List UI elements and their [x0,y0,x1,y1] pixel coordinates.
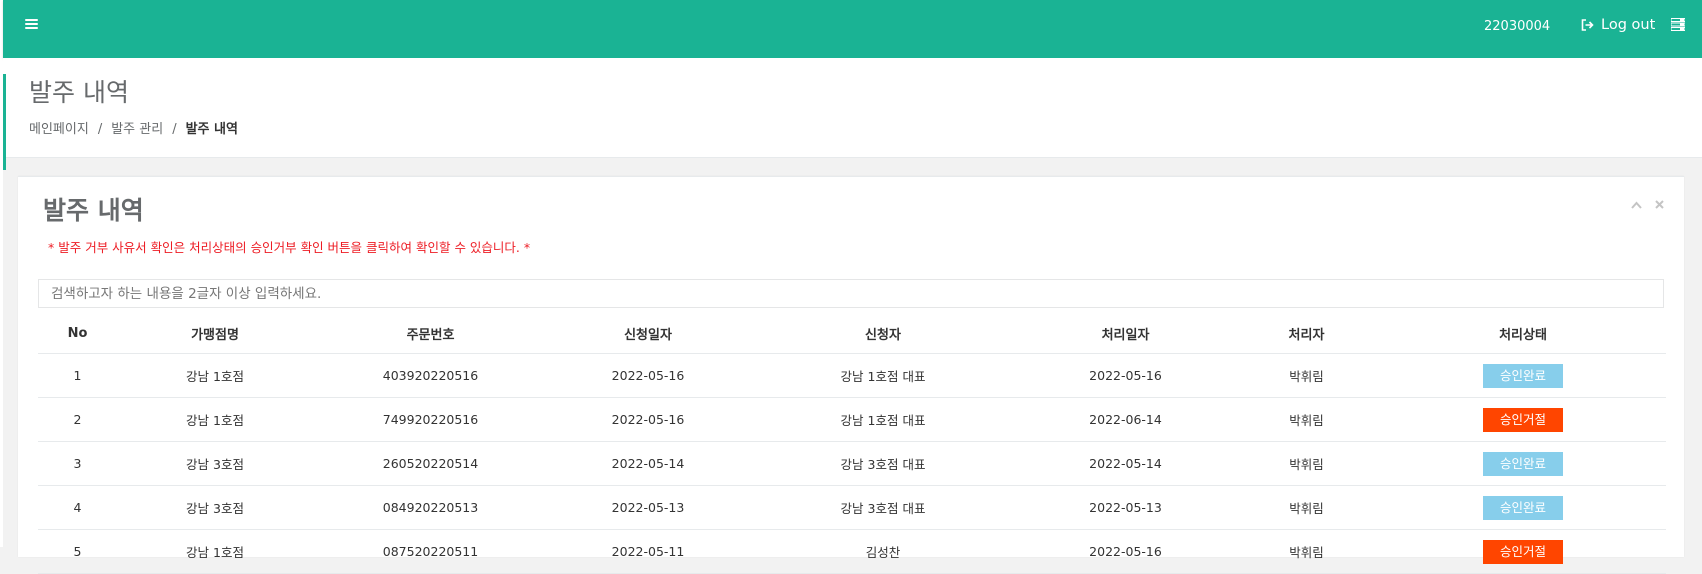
status-badge-rejected[interactable]: 승인거절 [1483,407,1563,432]
cell-requester: 강남 1호점 대표 [748,353,1018,398]
logout-link[interactable]: Log out [1581,17,1655,33]
status-badge-approved[interactable]: 승인완료 [1483,451,1563,476]
rejection-notice: * 발주 거부 사유서 확인은 처리상태의 승인거부 확인 버튼을 클릭하여 확… [48,240,531,255]
cell-store: 강남 1호점 [117,353,313,398]
cell-order-number: 403920220516 [313,353,548,398]
status-badge-approved[interactable]: 승인완료 [1483,363,1563,388]
user-id: 22030004 [1484,19,1551,34]
cell-status: 승인거절 [1380,397,1666,442]
cell-requester: 강남 3호점 대표 [748,441,1018,486]
cell-request-date: 2022-05-11 [548,529,748,574]
chevron-up-icon[interactable] [1631,195,1647,213]
cell-store: 강남 1호점 [117,397,313,442]
heading-accent-bar [3,74,6,170]
column-header-handler[interactable]: 처리자 [1233,314,1380,354]
column-header-status[interactable]: 처리상태 [1380,314,1666,354]
cell-no: 2 [38,397,117,442]
sign-out-icon [1581,19,1594,31]
cell-processed-date: 2022-05-16 [1018,529,1233,574]
cell-status: 승인완료 [1380,353,1666,398]
order-history-panel: 발주 내역 * 발주 거부 사유서 확인은 처리상태의 승인거부 확인 버튼을 … [18,176,1684,574]
cell-store: 강남 1호점 [117,529,313,574]
cell-request-date: 2022-05-13 [548,485,748,530]
cell-handler: 박휘림 [1233,485,1380,530]
cell-handler: 박휘림 [1233,529,1380,574]
panel-tools [1623,195,1664,213]
table-row[interactable]: 3 강남 3호점 260520220514 2022-05-14 강남 3호점 … [38,441,1666,486]
column-header-order-number[interactable]: 주문번호 [313,314,548,354]
cell-processed-date: 2022-06-14 [1018,397,1233,442]
close-icon[interactable] [1655,195,1664,213]
cell-status: 승인거절 [1380,529,1666,574]
cell-order-number: 084920220513 [313,485,548,530]
status-badge-rejected[interactable]: 승인거절 [1483,539,1563,564]
cell-request-date: 2022-05-14 [548,441,748,486]
cell-no: 1 [38,353,117,398]
table-row[interactable]: 4 강남 3호점 084920220513 2022-05-13 강남 3호점 … [38,485,1666,530]
cell-processed-date: 2022-05-13 [1018,485,1233,530]
table-row[interactable]: 5 강남 1호점 087520220511 2022-05-11 김성찬 202… [38,529,1666,574]
page-heading: 발주 내역 메인페이지 / 발주 관리 / 발주 내역 [3,58,1702,170]
status-badge-approved[interactable]: 승인완료 [1483,495,1563,520]
cell-store: 강남 3호점 [117,485,313,530]
cell-request-date: 2022-05-16 [548,397,748,442]
cell-handler: 박휘림 [1233,353,1380,398]
cell-no: 3 [38,441,117,486]
column-header-requester[interactable]: 신청자 [748,314,1018,354]
cell-handler: 박휘림 [1233,441,1380,486]
table-row[interactable]: 2 강남 1호점 749920220516 2022-05-16 강남 1호점 … [38,397,1666,442]
breadcrumb-home[interactable]: 메인페이지 [29,122,89,137]
cell-status: 승인완료 [1380,485,1666,530]
column-header-no[interactable]: No [38,314,117,354]
cell-no: 4 [38,485,117,530]
order-table: No 가맹점명 주문번호 신청일자 신청자 처리일자 처리자 처리상태 1 강남… [38,314,1666,574]
column-header-processed-date[interactable]: 처리일자 [1018,314,1233,354]
column-header-request-date[interactable]: 신청일자 [548,314,748,354]
table-header-row: No 가맹점명 주문번호 신청일자 신청자 처리일자 처리자 처리상태 [38,314,1666,354]
tasks-icon[interactable] [1671,18,1685,31]
search-input[interactable] [38,279,1664,308]
hamburger-icon[interactable] [25,18,40,31]
logout-label: Log out [1601,17,1656,33]
cell-processed-date: 2022-05-16 [1018,353,1233,398]
table-row[interactable]: 1 강남 1호점 403920220516 2022-05-16 강남 1호점 … [38,353,1666,398]
breadcrumb: 메인페이지 / 발주 관리 / 발주 내역 [29,122,238,137]
column-header-store[interactable]: 가맹점명 [117,314,313,354]
cell-order-number: 087520220511 [313,529,548,574]
page-title: 발주 내역 [29,78,129,107]
cell-processed-date: 2022-05-14 [1018,441,1233,486]
cell-status: 승인완료 [1380,441,1666,486]
cell-requester: 김성찬 [748,529,1018,574]
top-navbar: 22030004 Log out [3,0,1702,58]
cell-no: 5 [38,529,117,574]
cell-requester: 강남 1호점 대표 [748,397,1018,442]
cell-store: 강남 3호점 [117,441,313,486]
breadcrumb-current: 발주 내역 [185,122,238,137]
panel-title: 발주 내역 [43,196,144,225]
cell-order-number: 749920220516 [313,397,548,442]
breadcrumb-order-management[interactable]: 발주 관리 [111,122,163,137]
cell-order-number: 260520220514 [313,441,548,486]
cell-requester: 강남 3호점 대표 [748,485,1018,530]
cell-handler: 박휘림 [1233,397,1380,442]
cell-request-date: 2022-05-16 [548,353,748,398]
